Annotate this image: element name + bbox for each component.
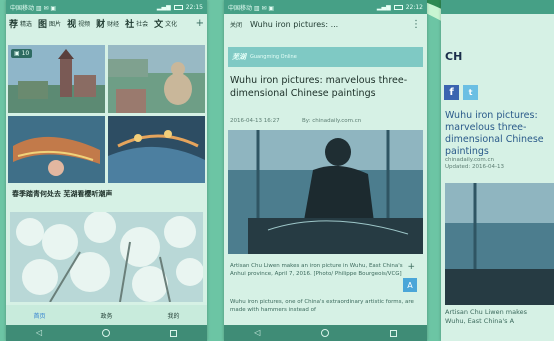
article-photo <box>445 183 554 305</box>
phone-screen-article-web: CH f t Wuhu iron pictures: marvelous thr… <box>441 0 554 341</box>
album-count-badge: ▣ 10 <box>11 49 33 58</box>
more-options-icon[interactable]: ⋮ <box>411 19 421 30</box>
article-date: 2016-04-13 16:27 <box>230 118 280 124</box>
signal-icon: ▂▄▆ <box>156 3 171 11</box>
phone-screen-article: 中国移动 ▥ ✉ ▣ ▂▄▆ 22:12 关闭 Wuhu iron picture… <box>224 0 427 341</box>
tab-culture[interactable]: 文 <box>154 17 163 30</box>
signal-icon: ▂▄▆ <box>376 3 391 11</box>
tab-finance-label: 财经 <box>107 20 120 28</box>
home-icon[interactable] <box>321 329 330 337</box>
channel-tabs: 荐精选 图图片 视视频 财财经 社社会 文文化 + <box>6 14 207 32</box>
bottom-tab-bar: 首页 政务 我的 <box>6 305 207 325</box>
android-nav-bar: ◁ <box>6 325 207 341</box>
expand-icon[interactable]: + <box>407 262 415 272</box>
article-source: chinadaily.com.cn <box>445 157 495 163</box>
statue-photo <box>108 45 205 113</box>
photo-caption: Artisan Chu Liwen makes Wuhu, East China… <box>445 308 554 326</box>
album-count: 10 <box>21 50 30 57</box>
status-bar <box>441 0 554 14</box>
facebook-share-icon[interactable]: f <box>444 85 459 100</box>
site-banner: 芜湖 Guangming Online <box>228 47 423 67</box>
article-headline: Wuhu iron pictures: marvelous three-dime… <box>230 75 408 99</box>
tab-finance[interactable]: 财 <box>96 17 105 30</box>
tab-featured[interactable]: 荐 <box>9 17 18 30</box>
back-icon[interactable]: ◁ <box>36 329 42 337</box>
status-time: 22:15 <box>185 3 203 11</box>
webview-title: Wuhu iron pictures: ... <box>250 19 339 29</box>
artisan-photo <box>445 183 554 305</box>
webview-top-bar: 关闭 Wuhu iron pictures: ... ⋮ <box>224 14 427 34</box>
font-size-button[interactable]: A <box>403 278 417 292</box>
status-carrier: 中国移动 ▥ ✉ ▣ <box>228 4 275 12</box>
tab-society-label: 社会 <box>136 20 149 28</box>
status-time: 22:12 <box>405 3 423 11</box>
tab-culture-label: 文化 <box>165 20 178 28</box>
tab-government[interactable]: 政务 <box>100 311 112 320</box>
album-photo-dragon-boat[interactable] <box>8 116 105 183</box>
close-button[interactable]: 关闭 <box>230 20 242 29</box>
android-nav-bar: ◁ <box>224 325 427 341</box>
album-photo-lanterns[interactable] <box>108 116 205 183</box>
site-logo: 芜湖 <box>232 53 246 61</box>
photo-caption-line-1: Artisan Chu Liwen makes <box>445 308 528 316</box>
photo-caption-line-2: Wuhu, East China's A <box>445 317 515 325</box>
article-caption[interactable]: 春季踏青何处去 芜湖看樱听潮声 <box>12 189 112 199</box>
recent-apps-icon[interactable] <box>170 329 177 337</box>
tab-photos[interactable]: 图 <box>38 17 47 30</box>
artisan-photo <box>228 130 423 254</box>
tab-home[interactable]: 首页 <box>33 311 45 320</box>
battery-icon <box>173 4 183 10</box>
tab-photos-label: 图片 <box>49 20 62 28</box>
article-headline: Wuhu iron pictures: marvelous three-dime… <box>445 110 544 157</box>
status-carrier: 中国移动 ▥ ✉ ▣ <box>10 4 57 12</box>
tab-video-label: 视频 <box>78 20 91 28</box>
phone-screen-news-app: 中国移动 ▥ ✉ ▣ ▂▄▆ 22:15 荐精选 图图片 视视频 财财经 社社会 … <box>6 0 207 341</box>
article-updated: Updated: 2016-04-13 <box>445 164 504 170</box>
photo-caption: Artisan Chu Liwen makes an iron picture … <box>230 263 403 277</box>
tab-featured-label: 精选 <box>20 20 33 28</box>
article-body: Wuhu iron pictures, one of China's extra… <box>230 299 414 313</box>
battery-icon <box>393 4 403 10</box>
album-photo-tower[interactable]: ▣ 10 <box>8 45 105 113</box>
tab-mine[interactable]: 我的 <box>167 311 179 320</box>
back-icon[interactable]: ◁ <box>254 329 260 337</box>
dragon-boat-photo <box>8 116 105 183</box>
twitter-share-icon[interactable]: t <box>463 85 478 100</box>
tab-video[interactable]: 视 <box>67 17 76 30</box>
recent-apps-icon[interactable] <box>389 329 397 337</box>
site-logo: CH <box>445 50 463 63</box>
article-meta: chinadaily.com.cn Updated: 2016-04-13 <box>445 157 554 171</box>
home-icon[interactable] <box>102 329 111 337</box>
lanterns-photo <box>108 116 205 183</box>
cherry-blossom-photo[interactable] <box>10 212 203 302</box>
cherry-blossom-image <box>10 212 203 302</box>
add-channel-icon[interactable]: + <box>196 18 204 29</box>
photo-album-grid[interactable]: ▣ 10 <box>8 45 205 183</box>
tab-society[interactable]: 社 <box>125 17 134 30</box>
status-bar: 中国移动 ▥ ✉ ▣ ▂▄▆ 22:12 <box>224 0 427 14</box>
album-photo-statue[interactable] <box>108 45 205 113</box>
status-bar: 中国移动 ▥ ✉ ▣ ▂▄▆ 22:15 <box>6 0 207 14</box>
article-source: By: chinadaily.com.cn <box>302 118 362 124</box>
site-channel-name: Guangming Online <box>250 54 297 60</box>
article-photo <box>228 130 423 254</box>
